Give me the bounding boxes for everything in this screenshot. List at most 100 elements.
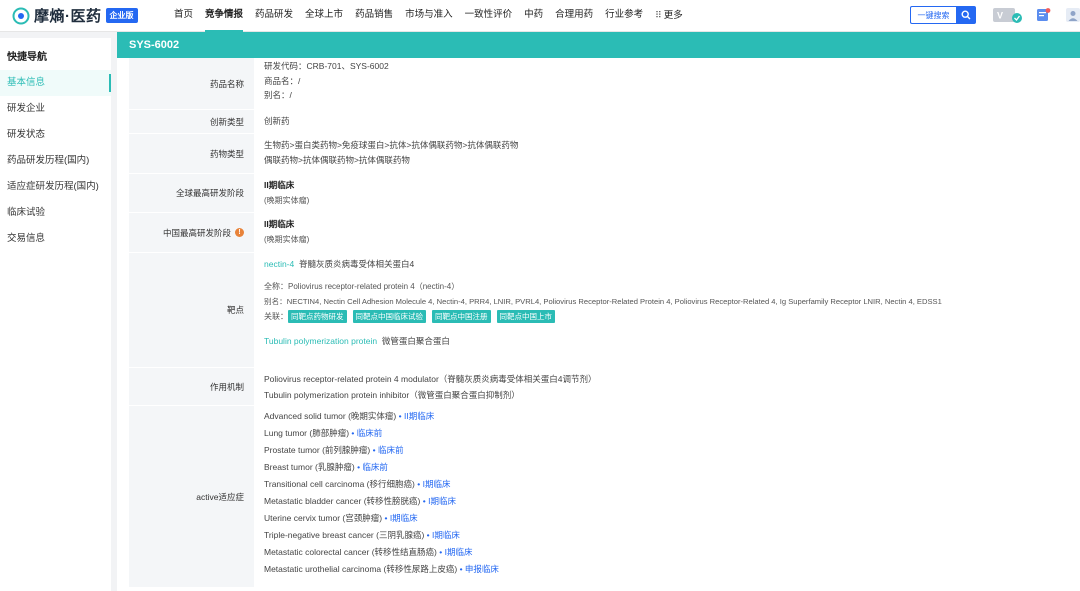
nav-consistency-eval[interactable]: 一致性评价 [459,0,519,32]
indication-name[interactable]: Metastatic bladder cancer (转移性膀胱癌) [264,496,420,506]
search-button[interactable] [956,6,976,24]
value-mechanism: Poliovirus receptor-related protein 4 mo… [254,368,1080,405]
bullet-dot: • [439,547,443,557]
indication-stage[interactable]: I期临床 [423,479,451,489]
indication-item: Triple-negative breast cancer (三阴乳腺癌) • … [264,527,1070,544]
target1-link[interactable]: nectin-4 [264,259,294,269]
value-innovation-type: 创新药 [264,116,290,126]
target2: Tubulin polymerization protein 微管蛋白聚合蛋白 [264,334,1070,349]
indication-item: Breast tumor (乳腺肿瘤) • 临床前 [264,459,1070,476]
nav-rational-use[interactable]: 合理用药 [549,0,599,32]
indication-item: Prostate tumor (前列腺肿瘤) • 临床前 [264,442,1070,459]
indication-stage[interactable]: 临床前 [357,428,383,438]
sidebar-item-indication-history[interactable]: 适应症研发历程(国内) [0,174,111,200]
message-button[interactable] [1032,5,1054,25]
label-indications: active适应症 [129,406,254,587]
nav-drug-sales[interactable]: 药品销售 [349,0,399,32]
row-china-stage: 中国最高研发阶段! II期临床 (晚期实体瘤) [129,213,1080,253]
label-mechanism: 作用机制 [129,368,254,405]
indication-stage[interactable]: I期临床 [428,496,456,506]
sidebar-item-rd-company[interactable]: 研发企业 [0,96,111,122]
indication-name[interactable]: Advanced solid tumor (晚期实体瘤) [264,411,396,421]
value-china-stage: II期临床 (晚期实体瘤) [254,213,1080,252]
bullet-dot: • [417,479,421,489]
tag-same-target-registration[interactable]: 同靶点中国注册 [432,310,491,323]
indication-stage[interactable]: 临床前 [362,462,388,472]
indication-stage[interactable]: I期临床 [445,547,473,557]
indication-list: Advanced solid tumor (晚期实体瘤) • II期临床 Lun… [254,406,1080,587]
target1-cn-name: 脊髓灰质炎病毒受体相关蛋白4 [298,259,415,269]
nav-market-access[interactable]: 市场与准入 [399,0,459,32]
sidebar-title: 快捷导航 [7,52,47,63]
indication-name[interactable]: Metastatic colorectal cancer (转移性结直肠癌) [264,547,437,557]
bullet-dot: • [426,530,430,540]
label-drug-name: 药品名称 [129,58,254,109]
basic-info-table: 药品名称 研发代码：CRB-701、SYS-6002 商品名：/ 别名：/ 创新… [129,58,1080,588]
tag-same-target-rd[interactable]: 同靶点药物研发 [288,310,347,323]
nav-more[interactable]: ⠿ 更多 [649,0,689,32]
trade-name: 商品名：/ [264,75,301,86]
indication-stage[interactable]: 申报临床 [465,564,499,574]
quick-search-button[interactable]: 一键搜索 [910,6,956,24]
indication-item: Metastatic urothelial carcinoma (转移性尿路上皮… [264,561,1070,578]
tag-same-target-trials[interactable]: 同靶点中国临床试验 [352,310,426,323]
nav-global-launch[interactable]: 全球上市 [299,0,349,32]
sidebar-item-rd-status[interactable]: 研发状态 [0,122,111,148]
bullet-dot: • [357,462,361,472]
sidebar-item-transactions[interactable]: 交易信息 [0,226,111,252]
message-icon [1037,8,1051,21]
sidebar-item-drug-rd-history[interactable]: 药品研发历程(国内) [0,148,111,174]
sidebar-item-basic-info[interactable]: 基本信息 [0,70,111,96]
indication-name[interactable]: Triple-negative breast cancer (三阴乳腺癌) [264,530,424,540]
search-icon [961,10,971,20]
global-stage-indication: (晚期实体瘤) [264,196,310,205]
user-tools: V [992,5,1080,25]
indication-name[interactable]: Breast tumor (乳腺肿瘤) [264,462,355,472]
nav-competitive-intel[interactable]: 竞争情报 [199,0,249,32]
vip-icon: V [993,8,1022,23]
svg-text:V: V [997,11,1003,21]
indication-stage[interactable]: II期临床 [404,411,434,421]
indication-stage[interactable]: 临床前 [378,445,404,455]
indication-item: Metastatic bladder cancer (转移性膀胱癌) • I期临… [264,493,1070,510]
indication-name[interactable]: Prostate tumor (前列腺肿瘤) [264,445,370,455]
avatar-icon [1066,8,1080,22]
info-icon[interactable]: ! [235,228,244,237]
grid-dots-icon: ⠿ [655,9,662,20]
row-innovation-type: 创新类型 创新药 [129,110,1080,134]
nav-tcm[interactable]: 中药 [518,0,549,32]
indication-stage[interactable]: I期临床 [390,513,418,523]
target2-link[interactable]: Tubulin polymerization protein [264,336,377,346]
nav-drug-rd[interactable]: 药品研发 [249,0,299,32]
indication-stage[interactable]: I期临床 [432,530,460,540]
indication-item: Metastatic colorectal cancer (转移性结直肠癌) •… [264,544,1070,561]
global-stage-phase: II期临床 [264,180,295,190]
indication-name[interactable]: Lung tumor (肺部肿瘤) [264,428,349,438]
indication-name[interactable]: Metastatic urothelial carcinoma (转移性尿路上皮… [264,564,457,574]
china-stage-indication: (晚期实体瘤) [264,235,310,244]
brand-name: 摩熵·医药 [34,8,102,25]
bullet-dot: • [372,445,376,455]
top-navigation-bar: 摩熵·医药 企业版 首页 竞争情报 药品研发 全球上市 药品销售 市场与准入 一… [0,0,1080,32]
china-stage-phase: II期临床 [264,219,295,229]
vip-badge[interactable]: V [992,5,1024,25]
value-target: nectin-4 脊髓灰质炎病毒受体相关蛋白4 全称：Poliovirus re… [254,253,1080,367]
row-mechanism: 作用机制 Poliovirus receptor-related protein… [129,368,1080,406]
brand-logo[interactable]: 摩熵·医药 企业版 [12,5,162,26]
drug-type-line2: 偶联药物>抗体偶联药物>抗体偶联药物 [264,155,410,165]
indication-name[interactable]: Uterine cervix tumor (宫颈肿瘤) [264,513,382,523]
indication-item: Transitional cell carcinoma (移行细胞癌) • I期… [264,476,1070,493]
user-avatar[interactable] [1062,5,1080,25]
nav-industry-ref[interactable]: 行业参考 [599,0,649,32]
quick-search: 一键搜索 [910,6,976,24]
target1-fullname: 全称：Poliovirus receptor-related protein 4… [264,282,460,291]
tag-same-target-launch[interactable]: 同靶点中国上市 [496,310,555,323]
mechanism-1: Poliovirus receptor-related protein 4 mo… [264,374,597,384]
sidebar-item-clinical-trials[interactable]: 临床试验 [0,200,111,226]
label-drug-type: 药物类型 [129,134,254,173]
bullet-dot: • [459,564,463,574]
indication-name[interactable]: Transitional cell carcinoma (移行细胞癌) [264,479,415,489]
value-global-stage: II期临床 (晚期实体瘤) [254,174,1080,212]
label-target: 靶点 [129,253,254,367]
nav-home[interactable]: 首页 [168,0,199,32]
